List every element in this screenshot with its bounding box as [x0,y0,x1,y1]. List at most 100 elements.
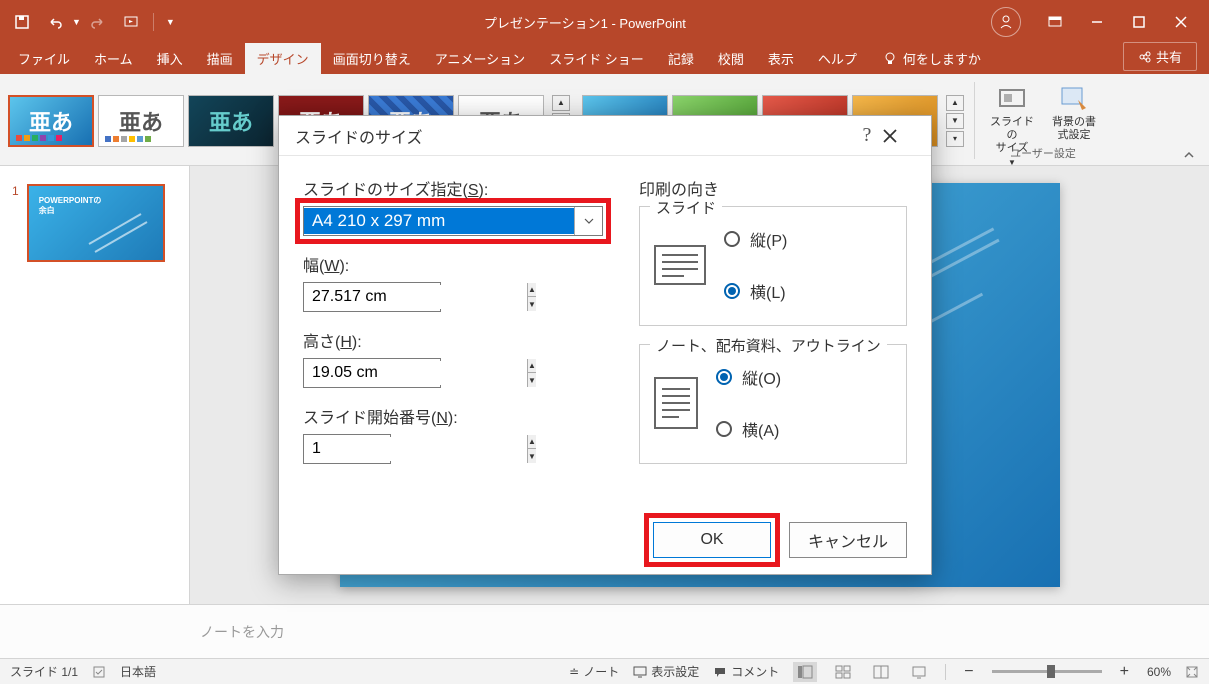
slide-thumbnail[interactable]: 1 POWERPOINTの 余白 [12,184,177,262]
fit-to-window-button[interactable] [1185,665,1199,679]
slide-size-dialog: スライドのサイズ ? スライドのサイズ指定(S): A4 210 x 297 m… [278,115,932,575]
tab-design[interactable]: デザイン [245,43,321,74]
spin-up-button[interactable]: ▲ [528,359,536,373]
ribbon-display-options-button[interactable] [1035,6,1075,38]
format-background-button[interactable]: 背景の書 式設定 [1047,82,1101,142]
ribbon-group-label: ユーザー設定 [985,145,1101,161]
height-label: 高さ(H): [303,328,603,352]
zoom-out-button[interactable]: − [960,663,977,681]
theme-thumb[interactable]: 亜あ [188,95,274,147]
comments-button[interactable]: コメント [713,663,779,680]
normal-view-button[interactable] [793,662,817,682]
variants-up-button[interactable]: ▲ [946,95,964,111]
spin-down-button[interactable]: ▼ [528,449,536,463]
slide-thumbnails-pane[interactable]: 1 POWERPOINTの 余白 [0,166,190,604]
dialog-close-button[interactable] [883,129,915,143]
tab-review[interactable]: 校閲 [706,43,756,74]
tab-home[interactable]: ホーム [82,43,145,74]
dialog-help-button[interactable]: ? [851,124,883,147]
slide-size-icon [996,82,1028,114]
chevron-down-icon [574,207,602,235]
minimize-button[interactable] [1077,6,1117,38]
slide-size-dropdown[interactable]: A4 210 x 297 mm [303,206,603,236]
page-landscape-icon [654,245,706,285]
height-input[interactable]: ▲▼ [303,358,441,388]
notes-landscape-radio[interactable]: 横(A) [716,417,781,441]
display-icon [633,666,647,678]
spellcheck-icon[interactable] [92,665,106,679]
notes-placeholder: ノートを入力 [200,622,284,642]
reading-view-button[interactable] [869,662,893,682]
spin-down-button[interactable]: ▼ [528,297,536,311]
window-title: プレゼンテーション1 - PowerPoint [179,13,991,32]
slide-orientation-group: スライド 縦(P) 横(L) [639,206,907,326]
maximize-button[interactable] [1119,6,1159,38]
tab-view[interactable]: 表示 [756,43,806,74]
save-button[interactable] [8,8,36,36]
variants-more-button[interactable]: ▾ [946,131,964,147]
thumbnail-title: POWERPOINTの 余白 [39,196,102,217]
slide-orientation-legend: スライド [650,197,722,218]
slide-size-value: A4 210 x 297 mm [304,208,574,234]
page-portrait-icon [654,377,698,429]
account-button[interactable] [991,7,1021,37]
tab-transitions[interactable]: 画面切り替え [321,43,423,74]
tab-record[interactable]: 記録 [656,43,706,74]
tab-draw[interactable]: 描画 [195,43,245,74]
variants-down-button[interactable]: ▼ [946,113,964,129]
collapse-ribbon-button[interactable] [1177,147,1201,163]
gallery-up-button[interactable]: ▲ [552,95,570,111]
notes-orientation-legend: ノート、配布資料、アウトライン [650,335,887,356]
spin-up-button[interactable]: ▲ [528,283,536,297]
height-value[interactable] [304,361,527,385]
zoom-level[interactable]: 60% [1147,665,1171,679]
format-background-icon [1058,82,1090,114]
notes-portrait-radio[interactable]: 縦(O) [716,365,781,389]
share-label: 共有 [1156,47,1182,66]
tab-slideshow[interactable]: スライド ショー [537,43,656,74]
undo-more-icon[interactable]: ▼ [72,17,81,27]
redo-button[interactable] [85,8,113,36]
zoom-slider[interactable] [992,670,1102,673]
zoom-in-button[interactable]: + [1116,663,1133,681]
cancel-button[interactable]: キャンセル [789,522,907,558]
slide-portrait-radio[interactable]: 縦(P) [724,227,787,251]
language-status[interactable]: 日本語 [120,663,156,680]
display-settings-button[interactable]: 表示設定 [633,663,699,680]
tab-file[interactable]: ファイル [6,43,82,74]
tab-help[interactable]: ヘルプ [806,43,869,74]
start-number-value[interactable] [304,437,527,461]
slide-landscape-radio[interactable]: 横(L) [724,279,787,303]
start-from-beginning-button[interactable] [117,8,145,36]
qat-customize-icon[interactable]: ▼ [162,17,179,27]
close-button[interactable] [1161,6,1201,38]
theme-thumb[interactable]: 亜あ [98,95,184,147]
share-icon [1138,50,1152,64]
notes-orientation-group: ノート、配布資料、アウトライン 縦(O) 横(A) [639,344,907,464]
slide-counter: スライド 1/1 [10,663,78,680]
tell-me-search[interactable]: 何をしますか [869,43,995,74]
share-button[interactable]: 共有 [1123,42,1197,71]
slideshow-view-button[interactable] [907,662,931,682]
notes-pane[interactable]: ノートを入力 [0,604,1209,658]
status-bar: スライド 1/1 日本語 ≐ノート 表示設定 コメント − + 60% [0,658,1209,684]
size-label: スライドのサイズ指定(S): [303,176,603,200]
slide-number: 1 [12,184,19,262]
undo-button[interactable] [40,8,68,36]
ribbon-tabs: ファイル ホーム 挿入 描画 デザイン 画面切り替え アニメーション スライド … [0,44,1209,74]
spin-up-button[interactable]: ▲ [528,435,536,449]
spin-down-button[interactable]: ▼ [528,373,536,387]
theme-thumb[interactable]: 亜あ [8,95,94,147]
tab-insert[interactable]: 挿入 [145,43,195,74]
notes-button[interactable]: ≐ノート [569,663,619,680]
width-input[interactable]: ▲▼ [303,282,441,312]
slide-sorter-view-button[interactable] [831,662,855,682]
window-titlebar: ▼ ▼ プレゼンテーション1 - PowerPoint [0,0,1209,44]
start-number-label: スライド開始番号(N): [303,404,603,428]
lightbulb-icon [883,52,897,66]
start-number-input[interactable]: ▲▼ [303,434,391,464]
width-value[interactable] [304,285,527,309]
tab-animations[interactable]: アニメーション [423,43,537,74]
ok-button[interactable]: OK [653,522,771,558]
tell-me-label: 何をしますか [903,49,981,68]
